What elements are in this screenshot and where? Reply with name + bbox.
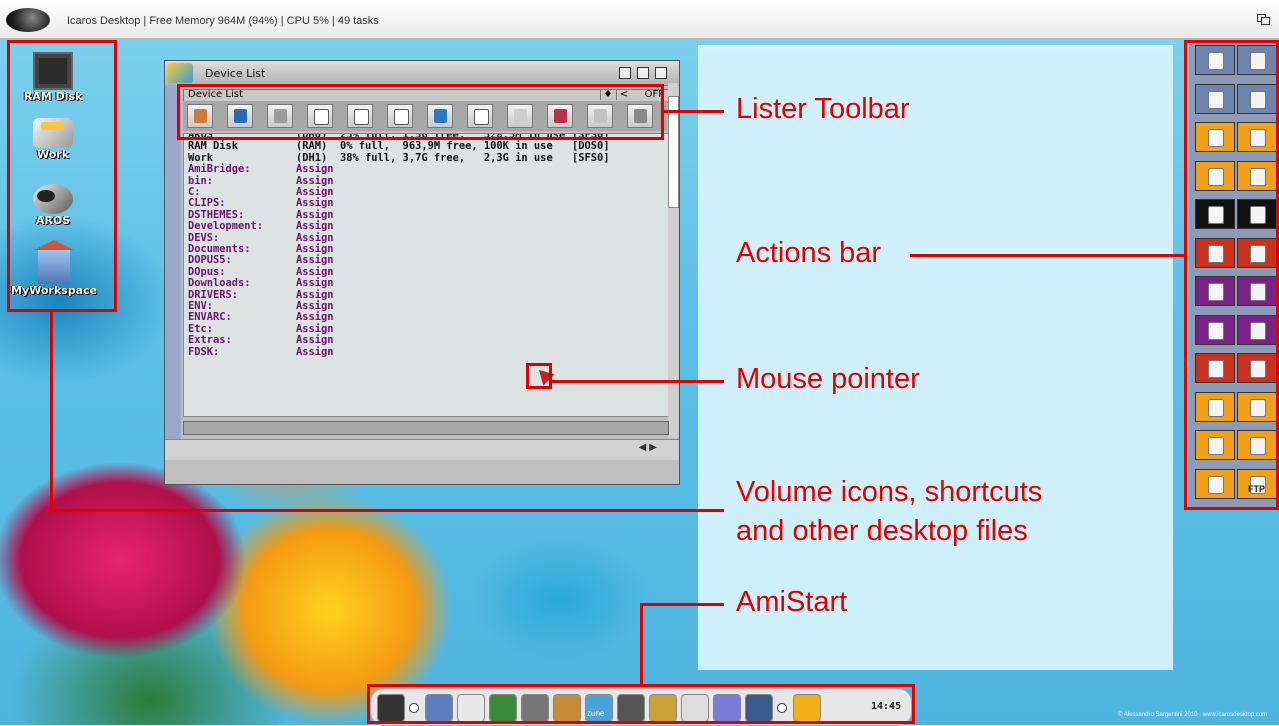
callout-volume-icons-line2: and other desktop files [736,515,1028,547]
device-id: Assign [296,345,334,358]
device-list[interactable]: AROS (DH0) 25% full, 1,5G free, 528,5M in … [183,133,669,417]
device-name: Work [188,151,214,164]
device-id: (RAM) [296,140,328,153]
scroll-arrows-icon[interactable]: ◀ ▶ [638,442,657,453]
callout-box-amistart [367,684,915,724]
device-name: Documents: [188,243,251,255]
callout-line-actions [910,254,1184,257]
device-name: RAM Disk [188,140,239,153]
callout-line-volume-v [50,312,53,512]
device-id: Assign [296,163,334,176]
device-id: Assign [296,265,334,278]
device-id: Assign [296,231,334,244]
callout-line-volume-h [50,509,724,512]
callout-lister-toolbar: Lister Toolbar [736,93,910,125]
lister-title: Device List [205,67,266,80]
device-id: Assign [296,220,334,233]
screen-depth-icon[interactable] [1257,14,1270,25]
lister-status-bar: ◀ ▶ [165,439,679,460]
device-name: Etc: [188,322,214,335]
callout-amistart: AmiStart [736,586,848,618]
callout-box-pointer [526,363,552,389]
screen-title: Icaros Desktop | Free Memory 964M (94%) … [67,15,379,27]
device-id: Assign [296,197,334,210]
device-name: CLIPS: [188,197,226,210]
callout-box-toolbar [177,84,664,140]
device-name: DOpus: [188,265,226,278]
callout-box-actions [1184,40,1279,510]
device-id: Assign [296,186,334,198]
device-name: C: [188,186,201,198]
device-name: ENV: [188,300,214,312]
device-name: DSTHEMES: [188,208,245,221]
screen-title-bar: Icaros Desktop | Free Memory 964M (94%) … [0,0,1279,39]
callout-line-amistart-h [640,603,724,606]
device-name: DEVS: [188,231,220,244]
callout-line-toolbar [664,110,724,113]
depth-icon[interactable] [655,67,667,79]
wallpaper-light-panel [698,45,1173,670]
device-name: DRIVERS: [188,288,239,301]
callout-box-desktop-icons [7,40,117,312]
wallpaper-credit: © Alessandro Sargentini 2010 · www.icaro… [1118,712,1268,718]
device-name: DOPUS5: [188,254,232,267]
device-id: Assign [296,300,334,312]
device-id: Assign [296,277,334,290]
device-id: Assign [296,174,334,187]
callout-mouse-pointer: Mouse pointer [736,363,920,395]
device-name: Development: [188,220,264,233]
callout-actions-bar: Actions bar [736,237,882,269]
aros-logo-icon[interactable] [6,8,50,32]
callout-line-pointer [552,380,724,383]
lister-title-bar[interactable]: Device List [165,61,679,86]
device-id: Assign [296,243,334,255]
device-name: AmiBridge: [188,163,251,176]
zoom-icon[interactable] [637,67,649,79]
callout-volume-icons-line1: Volume icons, shortcuts [736,476,1043,508]
iconify-icon[interactable] [619,67,631,79]
device-usage: 38% full, 3,7G free, 2,3G in use [340,151,553,164]
device-id: Assign [296,288,334,301]
device-id: Assign [296,322,334,335]
device-name: ENVARC: [188,311,232,324]
callout-line-amistart-v [640,603,643,684]
device-id: Assign [296,254,334,267]
device-id: (DH1) [296,151,328,164]
device-filesystem: [SFS0] [572,151,610,164]
device-id: Assign [296,334,334,347]
horizontal-scrollbar[interactable] [183,421,669,435]
device-id: Assign [296,208,334,221]
device-usage: 0% full, 963,9M free, 100K in use [340,140,553,153]
device-name: bin: [188,174,214,187]
device-name: Downloads: [188,277,251,290]
device-name: FDSK: [188,345,220,358]
device-id: Assign [296,311,334,324]
device-name: Extras: [188,334,232,347]
device-filesystem: [DOS0] [572,140,610,153]
lister-window-icon [167,63,193,83]
